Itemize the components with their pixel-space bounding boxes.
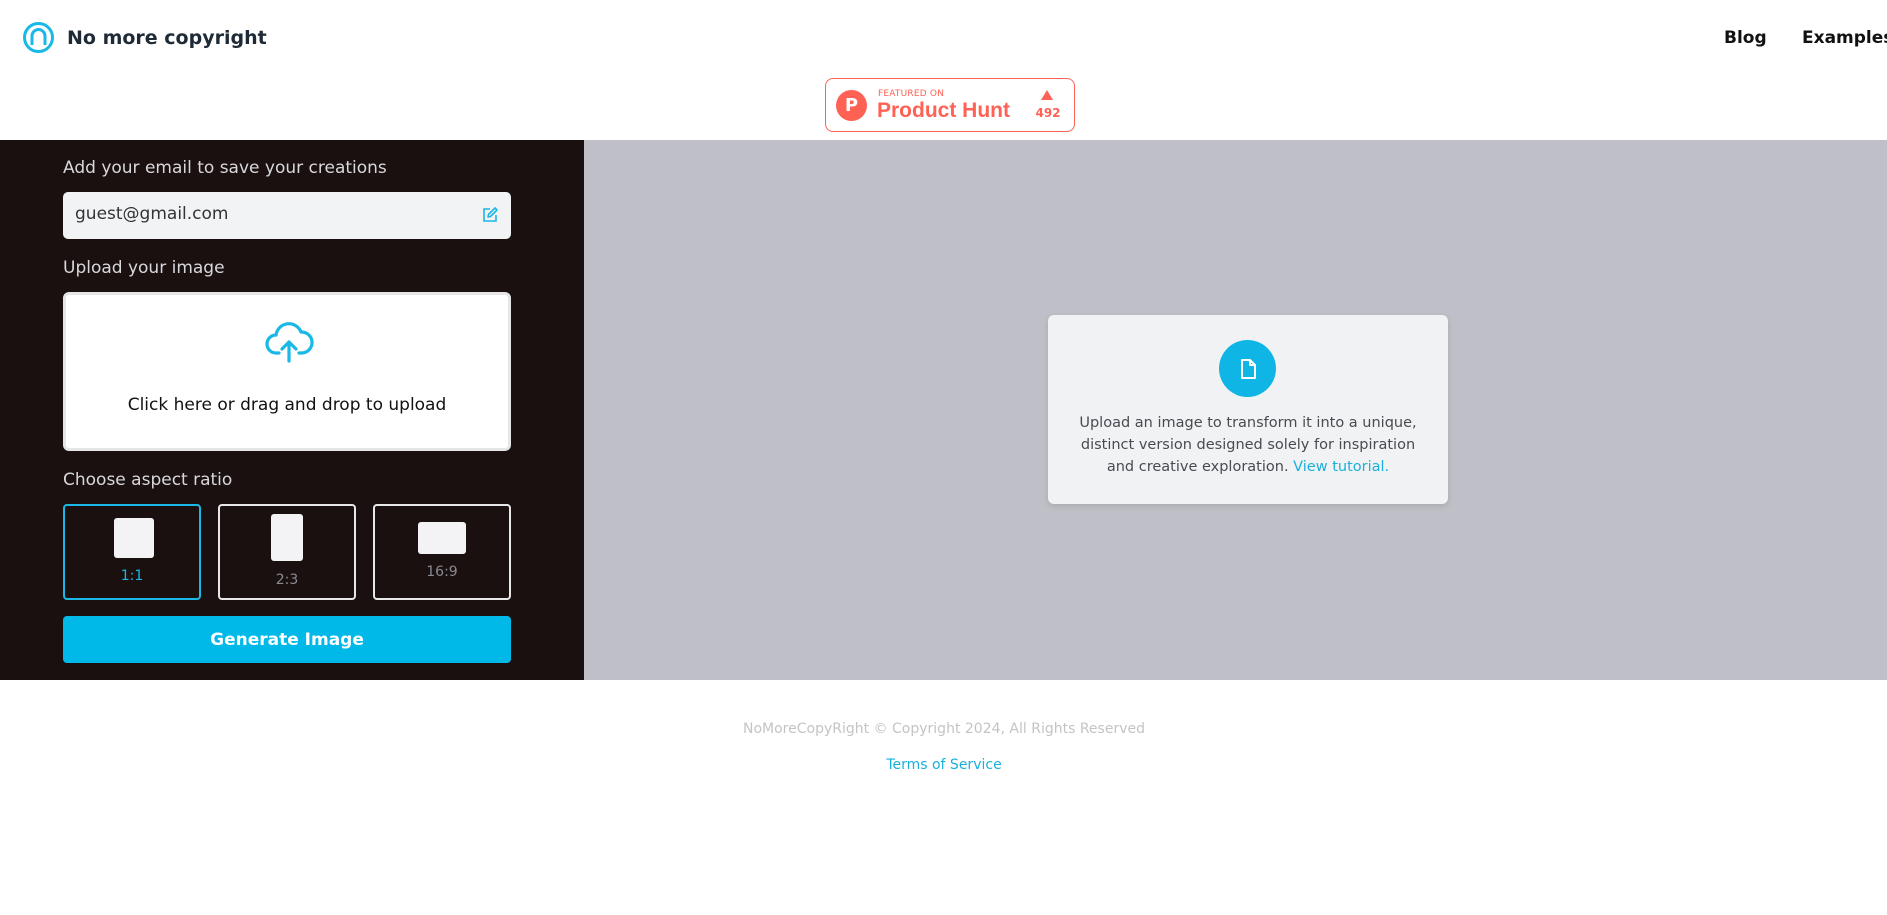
email-field-container: [63, 192, 511, 239]
brand-logo-icon: [23, 22, 54, 53]
upload-instructions: Click here or drag and drop to upload: [127, 395, 447, 415]
upvote-arrow-icon: [1041, 90, 1053, 100]
brand-name: No more copyright: [67, 26, 267, 49]
aspect-ratio-2-3-option[interactable]: 2:3: [218, 504, 356, 600]
aspect-ratio-1-1-option[interactable]: 1:1: [63, 504, 201, 600]
email-label: Add your email to save your creations: [63, 158, 387, 178]
portrait-shape-icon: [271, 514, 303, 561]
product-hunt-title: Product Hunt: [877, 99, 1010, 122]
main-area: Add your email to save your creations Up…: [0, 140, 1887, 680]
landscape-shape-icon: [418, 522, 466, 554]
aspect-ratio-option-label: 16:9: [426, 564, 458, 580]
cloud-upload-icon: [265, 322, 314, 363]
product-hunt-featured-label: FEATURED ON: [878, 89, 945, 99]
info-text: Upload an image to transform it into a u…: [1068, 412, 1428, 478]
copyright-text: NoMoreCopyRight © Copyright 2024, All Ri…: [743, 721, 1145, 737]
aspect-ratio-16-9-option[interactable]: 16:9: [373, 504, 511, 600]
generate-image-button[interactable]: Generate Image: [63, 616, 511, 663]
brand[interactable]: No more copyright: [22, 21, 267, 54]
preview-area: Upload an image to transform it into a u…: [584, 140, 1887, 680]
aspect-ratio-option-label: 1:1: [120, 568, 144, 584]
info-card: Upload an image to transform it into a u…: [1048, 315, 1448, 504]
product-hunt-logo-icon: P: [836, 90, 867, 121]
aspect-ratio-label: Choose aspect ratio: [63, 470, 233, 490]
header: No more copyright Blog Examples: [0, 0, 1887, 76]
product-hunt-badge[interactable]: P FEATURED ON Product Hunt 492: [825, 78, 1075, 132]
upload-dropzone[interactable]: Click here or drag and drop to upload: [63, 292, 511, 451]
nav-examples-link[interactable]: Examples: [1802, 28, 1887, 48]
nav-blog-link[interactable]: Blog: [1724, 28, 1767, 48]
terms-of-service-link[interactable]: Terms of Service: [0, 757, 1887, 773]
aspect-ratio-option-label: 2:3: [275, 572, 299, 588]
product-hunt-upvote-count: 492: [1035, 106, 1061, 120]
email-input[interactable]: [75, 204, 455, 224]
upload-label: Upload your image: [63, 258, 225, 278]
edit-icon[interactable]: [481, 206, 499, 224]
view-tutorial-link[interactable]: View tutorial.: [1293, 459, 1389, 475]
document-icon: [1219, 340, 1276, 397]
settings-sidebar: Add your email to save your creations Up…: [0, 140, 584, 680]
square-shape-icon: [114, 518, 154, 558]
